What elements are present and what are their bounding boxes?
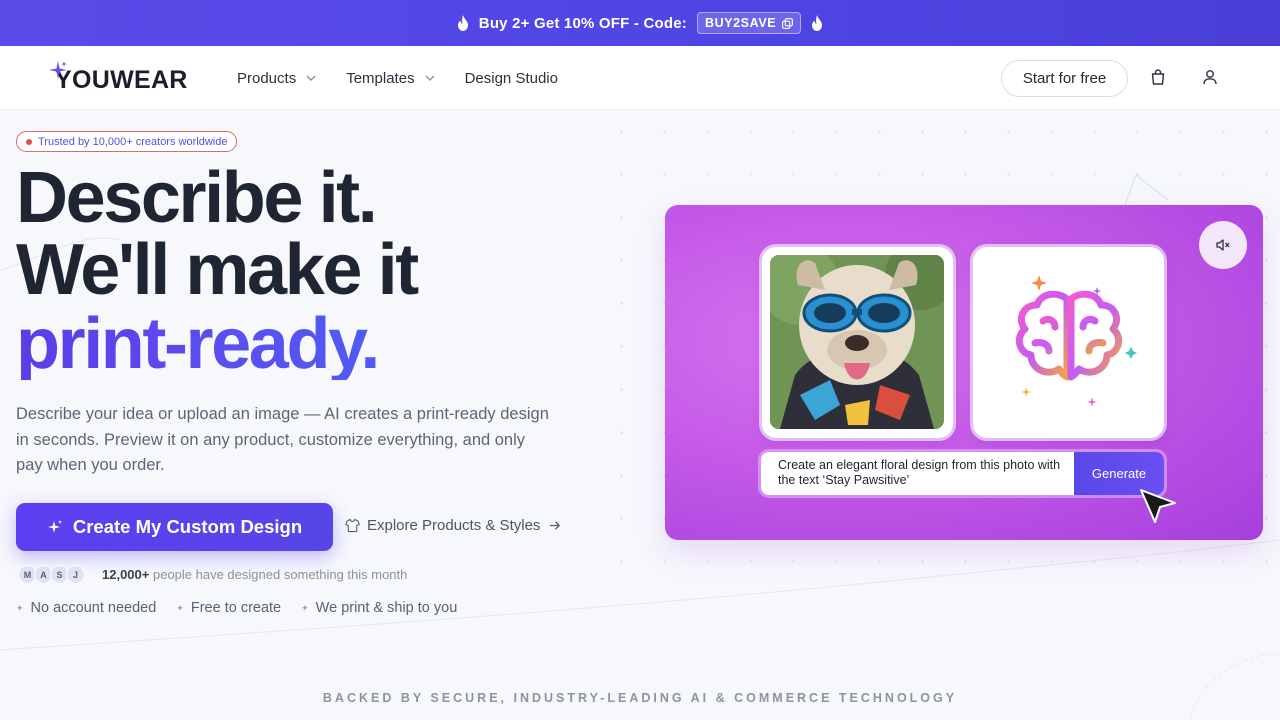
headline-line-3: print-ready.: [16, 304, 380, 384]
promo-bar: Buy 2+ Get 10% OFF - Code: BUY2SAVE: [0, 0, 1280, 46]
nav-templates[interactable]: Templates: [346, 69, 435, 87]
perk-item: ✦ Free to create: [176, 600, 281, 616]
volume-mute-icon: [1216, 239, 1230, 251]
social-proof-count: 12,000+: [102, 567, 150, 582]
hero-description: Describe your idea or upload an image — …: [16, 405, 549, 474]
prompt-input[interactable]: Create an elegant floral design from thi…: [761, 452, 1164, 495]
perk-item: ✦ No account needed: [16, 600, 156, 616]
promo-code[interactable]: BUY2SAVE: [696, 12, 802, 34]
sparkle-icon: ✦: [301, 602, 309, 613]
social-proof: 12,000+ people have designed something t…: [102, 567, 407, 582]
cursor-pointer-icon: [1140, 489, 1176, 523]
site-header: YOUWEAR Products Templates Design Studio…: [0, 46, 1280, 110]
promo-text: Buy 2+ Get 10% OFF - Code:: [478, 14, 687, 32]
create-design-button[interactable]: Create My Custom Design: [16, 503, 333, 551]
trust-badge: Trusted by 10,000+ creators worldwide: [16, 131, 238, 152]
sparkle-icon: ✦: [176, 602, 184, 613]
trust-badge-text: Trusted by 10,000+ creators worldwide: [38, 135, 228, 148]
perks-list: ✦ No account needed ✦ Free to create ✦ We p…: [16, 600, 457, 616]
brain-icon: [1015, 275, 1137, 407]
logo[interactable]: YOUWEAR: [48, 61, 188, 95]
flame-icon: [457, 15, 468, 31]
ai-brain-tile: [973, 247, 1164, 438]
perk-label: We print & ship to you: [315, 600, 458, 616]
source-photo-tile: [762, 247, 953, 438]
nav-products[interactable]: Products: [237, 70, 316, 87]
perk-label: No account needed: [30, 600, 157, 616]
start-for-free-button[interactable]: Start for free: [1001, 60, 1128, 97]
prompt-text: Create an elegant floral design from thi…: [778, 458, 1061, 487]
nav-design-studio[interactable]: Design Studio: [465, 70, 558, 87]
social-proof-text: people have designed something this mont…: [152, 567, 408, 582]
perk-item: ✦ We print & ship to you: [301, 600, 457, 616]
flame-icon: [812, 15, 823, 31]
sparkle-icon: ✦: [16, 602, 24, 613]
status-dot: [26, 138, 32, 145]
nav-design-studio-label: Design Studio: [464, 69, 558, 87]
tshirt-icon: [345, 518, 360, 533]
cart-icon[interactable]: [1149, 68, 1167, 86]
explore-products-link[interactable]: Explore Products & Styles: [345, 517, 562, 534]
explore-products-label: Explore Products & Styles: [367, 517, 541, 534]
logo-text: YOUWEAR: [55, 66, 188, 94]
arrow-right-icon: [550, 521, 561, 530]
chevron-down-icon: [425, 75, 435, 81]
nav-products-label: Products: [237, 69, 297, 87]
sparkle-icon: [47, 520, 62, 533]
user-icon[interactable]: [1201, 68, 1219, 86]
headline-line-1: Describe it.: [16, 158, 378, 238]
perk-label: Free to create: [190, 600, 282, 616]
main-nav: Products Templates Design Studio: [237, 46, 558, 110]
promo-code-text: BUY2SAVE: [704, 16, 777, 30]
backed-by-tagline: BACKED BY SECURE, INDUSTRY-LEADING AI & …: [322, 691, 958, 705]
sparkle-icon: [49, 61, 67, 79]
create-design-label: Create My Custom Design: [72, 516, 303, 537]
mute-button[interactable]: [1199, 221, 1247, 269]
avatar-stack: M A S J: [18, 565, 85, 584]
dog-photo: [770, 255, 944, 429]
nav-templates-label: Templates: [346, 69, 415, 87]
avatar: J: [66, 565, 85, 584]
headline-line-2: We'll make it: [16, 230, 419, 310]
chevron-down-icon: [306, 75, 316, 81]
copy-icon[interactable]: [782, 17, 794, 29]
